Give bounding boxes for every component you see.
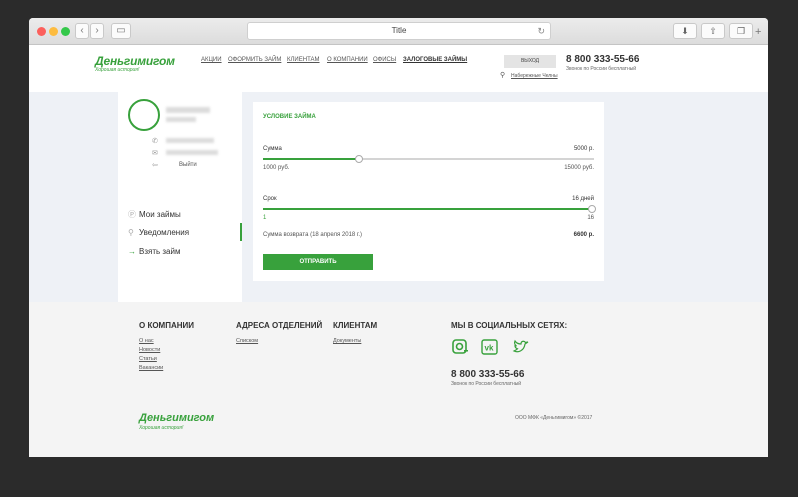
sum-max: 15000 руб. xyxy=(564,165,594,171)
footer-about-title: О КОМПАНИИ xyxy=(139,321,195,330)
menu-item-apply[interactable]: ОФОРМИТЬ ЗАЙМ xyxy=(228,57,281,63)
sum-slider-handle[interactable] xyxy=(355,155,363,163)
twitter-icon[interactable] xyxy=(512,339,530,355)
active-indicator xyxy=(240,223,242,241)
header-phone[interactable]: 8 800 333-55-66 xyxy=(566,54,639,65)
page-title: Title xyxy=(391,26,407,35)
footer-logo[interactable]: Деньгимигом xyxy=(139,412,214,424)
menu-item-pledge-loans[interactable]: ЗАЛОГОВЫЕ ЗАЙМЫ xyxy=(403,57,467,63)
back-icon[interactable]: ‹ xyxy=(75,23,89,39)
return-label: Сумма возврата (18 апреля 2018 г.) xyxy=(263,232,363,238)
blurred-phone xyxy=(166,138,214,143)
location-pin-icon: ⚲ xyxy=(500,72,506,79)
menu-item-clients[interactable]: КЛИЕНТАМ xyxy=(287,57,320,63)
footer-tagline: Хорошая история! xyxy=(139,425,184,431)
sidebar-item-my-loans[interactable]: Ⓟ Мои займы xyxy=(128,209,181,220)
download-icon[interactable]: ⬇ xyxy=(673,23,697,39)
logo[interactable]: Деньгимигом xyxy=(95,54,175,68)
sidebar-item-label: Уведомления xyxy=(139,228,190,237)
footer-link-documents[interactable]: Документы xyxy=(333,338,361,344)
footer-link-vacancies[interactable]: Вакансии xyxy=(139,365,163,371)
sidebar-item-notifications[interactable]: ⚲ Уведомления xyxy=(128,228,189,237)
footer-phone-note: Звонок по России бесплатный xyxy=(451,381,522,387)
address-bar[interactable]: Title ↻ xyxy=(247,22,551,40)
exit-button[interactable]: ВЫХОД xyxy=(504,55,556,68)
location-icon: ⚲ xyxy=(128,228,134,237)
term-slider[interactable] xyxy=(263,205,596,213)
sum-slider-fill xyxy=(263,158,358,160)
footer-link-about-us[interactable]: О нас xyxy=(139,338,154,344)
reload-icon[interactable]: ↻ xyxy=(537,23,545,39)
header-phone-note: Звонок по России бесплатный xyxy=(566,66,637,72)
tagline: Хорошая история! xyxy=(95,67,140,73)
sidebar-item-take-loan[interactable]: → Взять займ xyxy=(128,247,180,256)
footer-link-articles[interactable]: Статьи xyxy=(139,356,157,362)
svg-text:vk: vk xyxy=(485,344,494,353)
footer-clients-title: КЛИЕНТАМ xyxy=(333,321,378,330)
new-tab-icon[interactable]: + xyxy=(755,26,761,38)
logout-icon: ⇦ xyxy=(152,162,158,169)
avatar xyxy=(128,99,160,131)
main-content: ✆ ✉ ⇦ Выйти Ⓟ Мои займы ⚲ Уведомления → Взя… xyxy=(29,92,768,302)
minimize-window-button[interactable] xyxy=(49,27,58,36)
term-slider-handle[interactable] xyxy=(588,205,596,213)
site-header: Деньгимигом Хорошая история! АКЦИИ ОФОРМ… xyxy=(29,45,768,92)
menu-item-promo[interactable]: АКЦИИ xyxy=(201,57,222,63)
menu-item-about[interactable]: О КОМПАНИИ xyxy=(327,57,368,63)
share-icon[interactable]: ⇧ xyxy=(701,23,725,39)
loan-conditions-card: УСЛОВИЕ ЗАЙМА Сумма 5000 р. 1000 руб. 15… xyxy=(253,102,604,281)
card-title: УСЛОВИЕ ЗАЙМА xyxy=(263,114,316,120)
sum-min: 1000 руб. xyxy=(263,165,290,171)
term-slider-fill xyxy=(263,208,594,210)
blurred-name-line xyxy=(166,117,196,122)
site-footer: О КОМПАНИИ О нас Новости Статьи Вакансии… xyxy=(29,302,768,457)
close-window-button[interactable] xyxy=(37,27,46,36)
tabs-icon[interactable]: ❐ xyxy=(729,23,753,39)
profile-sidebar: ✆ ✉ ⇦ Выйти Ⓟ Мои займы ⚲ Уведомления → Взя… xyxy=(118,92,242,302)
blurred-name xyxy=(166,107,210,113)
zoom-window-button[interactable] xyxy=(61,27,70,36)
logout-link[interactable]: Выйти xyxy=(179,162,197,168)
submit-button[interactable]: ОТПРАВИТЬ xyxy=(263,254,373,270)
arrow-right-icon: → xyxy=(128,247,136,256)
browser-toolbar: ‹ › ▭ Title ↻ ⬇ ⇧ ❐ + xyxy=(29,18,768,45)
footer-link-list[interactable]: Списком xyxy=(236,338,258,344)
sum-label: Сумма xyxy=(263,146,282,152)
menu-item-offices[interactable]: ОФИСЫ xyxy=(373,57,396,63)
blurred-email xyxy=(166,150,218,155)
term-max: 16 xyxy=(587,215,594,221)
footer-offices-title: АДРЕСА ОТДЕЛЕНИЙ xyxy=(236,321,323,330)
footer-social-title: МЫ В СОЦИАЛЬНЫХ СЕТЯХ: xyxy=(451,321,568,330)
instagram-icon[interactable] xyxy=(451,339,469,355)
loans-icon: Ⓟ xyxy=(128,210,136,219)
term-value: 16 дней xyxy=(572,196,594,202)
term-min: 1 xyxy=(263,215,267,221)
footer-link-news[interactable]: Новости xyxy=(139,347,160,353)
footer-phone[interactable]: 8 800 333-55-66 xyxy=(451,369,524,380)
city-link[interactable]: Набережные Челны xyxy=(511,73,558,79)
sum-value: 5000 р. xyxy=(573,146,594,152)
sidebar-item-label: Взять займ xyxy=(139,247,181,256)
forward-icon[interactable]: › xyxy=(90,23,104,39)
term-label: Срок xyxy=(263,196,277,202)
browser-window: ‹ › ▭ Title ↻ ⬇ ⇧ ❐ + Деньгимигом Хороша… xyxy=(29,18,768,457)
email-icon: ✉ xyxy=(152,150,158,157)
sidebar-toggle-icon[interactable]: ▭ xyxy=(111,23,131,39)
copyright: ООО МФК «Деньгимигом» ©2017 xyxy=(515,415,593,421)
sum-slider[interactable] xyxy=(263,155,594,163)
vk-icon[interactable]: vk xyxy=(481,339,499,355)
return-value: 6600 р. xyxy=(573,232,594,238)
phone-icon: ✆ xyxy=(152,138,158,145)
sidebar-item-label: Мои займы xyxy=(139,210,181,219)
